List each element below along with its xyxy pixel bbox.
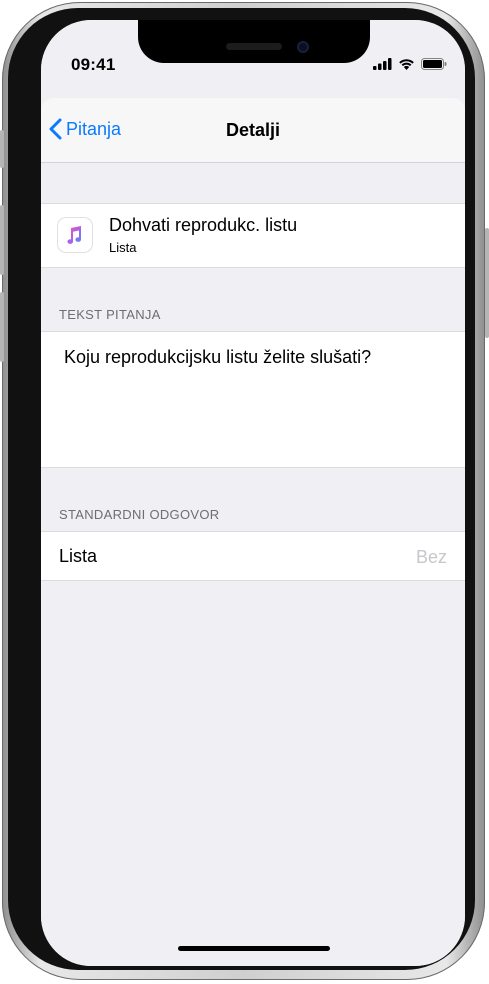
question-section-header: TEKST PITANJA (41, 268, 465, 331)
question-text: Koju reprodukcijsku listu želite slušati… (64, 347, 372, 367)
phone-bezel: 09:41 Pitanja Detalji Dohvati reprodukc.… (8, 8, 475, 970)
music-note-icon (58, 218, 92, 252)
home-indicator[interactable] (178, 946, 330, 951)
question-header-label: TEKST PITANJA (59, 307, 161, 322)
default-answer-row[interactable]: Lista Bez (41, 531, 465, 581)
action-subtitle: Lista (109, 240, 137, 255)
details-sheet: Pitanja Detalji Dohvati reprodukc. listu… (41, 98, 465, 966)
status-icons (373, 57, 447, 71)
page-title: Detalji (225, 120, 281, 140)
side-button-silent (0, 130, 4, 168)
front-camera (297, 41, 309, 53)
default-answer-header-label: STANDARDNI ODGOVOR (59, 507, 220, 522)
side-button-volume-up (0, 205, 4, 275)
action-row[interactable]: Dohvati reprodukc. listu Lista (41, 203, 465, 268)
status-time: 09:41 (71, 55, 116, 74)
default-answer-section-header: STANDARDNI ODGOVOR (41, 468, 465, 531)
speaker-grille (226, 43, 282, 50)
side-button-power (485, 228, 489, 338)
wifi-icon (399, 59, 414, 70)
question-text-field[interactable]: Koju reprodukcijsku listu želite slušati… (41, 331, 465, 468)
default-answer-label: Lista (59, 546, 98, 566)
default-answer-value[interactable]: Bez (416, 547, 447, 568)
status-bar: 09:41 (41, 20, 465, 98)
battery-icon (421, 58, 447, 70)
navigation-bar: Pitanja Detalji (41, 98, 465, 163)
notch (138, 20, 370, 63)
cellular-signal-icon (373, 58, 392, 70)
action-title: Dohvati reprodukc. listu (109, 215, 298, 235)
screen: 09:41 Pitanja Detalji Dohvati reprodukc.… (41, 20, 465, 966)
side-button-volume-down (0, 292, 4, 362)
